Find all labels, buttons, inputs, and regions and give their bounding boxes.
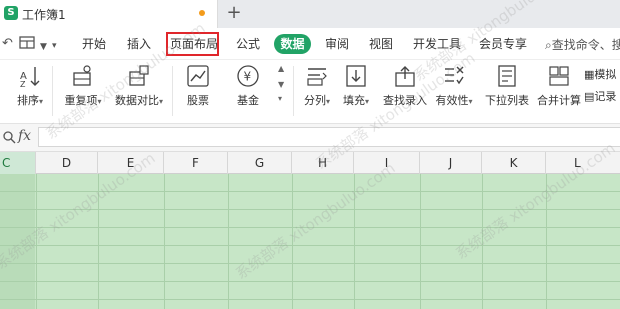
split-column-icon: [307, 68, 327, 86]
formula-bar: fx: [0, 124, 620, 152]
expand-icon[interactable]: ▾: [278, 94, 282, 103]
record-button[interactable]: ▤记录: [584, 88, 620, 104]
stock-chart-icon: [187, 65, 209, 87]
grid-line: [164, 174, 165, 309]
consolidate-button[interactable]: 合并计算: [536, 64, 582, 108]
quick-access-more-icon[interactable]: ▾: [52, 38, 57, 54]
menu-home[interactable]: 开始: [82, 36, 106, 52]
grid-line: [0, 245, 620, 246]
ribbon-separator: [172, 66, 173, 116]
fill-button[interactable]: 填充▾: [340, 64, 372, 108]
split-column-label: 分列: [303, 94, 326, 107]
toolbar-dropdown-icon[interactable]: ▼: [40, 39, 47, 55]
column-header-f[interactable]: F: [164, 152, 228, 174]
consolidate-icon: [549, 66, 569, 86]
sort-label: 排序: [16, 94, 39, 107]
column-header-row: C D E F G H I J K L: [0, 152, 620, 174]
simulate-icon: ▦: [584, 68, 595, 81]
stock-label: 股票: [187, 94, 209, 107]
record-label: 记录: [594, 90, 617, 103]
fill-label: 填充: [342, 94, 365, 107]
undo-icon[interactable]: ↶: [2, 36, 13, 52]
print-preview-icon[interactable]: [18, 34, 38, 57]
document-title: 工作簿1: [22, 8, 66, 22]
simulate-button[interactable]: ▦模拟: [584, 64, 620, 82]
column-header-c[interactable]: C: [0, 152, 36, 174]
menu-view[interactable]: 视图: [369, 36, 393, 52]
column-header-g[interactable]: G: [228, 152, 292, 174]
scroll-up-icon[interactable]: ▲: [278, 64, 284, 73]
data-compare-label: 数据对比: [114, 94, 159, 107]
ribbon-separator: [52, 66, 53, 116]
spreadsheet-logo-icon: S: [4, 6, 18, 20]
svg-text:¥: ¥: [244, 70, 252, 84]
split-column-button[interactable]: 分列▾: [300, 64, 334, 108]
zoom-icon[interactable]: [2, 130, 16, 144]
grid-line: [0, 299, 620, 300]
grid-line: [0, 281, 620, 282]
fill-down-icon: [346, 65, 366, 87]
menu-data-active[interactable]: 数据: [274, 34, 311, 54]
stock-button[interactable]: 股票: [180, 64, 216, 108]
unsaved-indicator-icon: [199, 10, 205, 16]
column-header-k[interactable]: K: [482, 152, 546, 174]
dropdown-list-button[interactable]: 下拉列表: [484, 64, 530, 108]
validation-label: 有效性: [435, 94, 469, 107]
grid-line: [228, 174, 229, 309]
menu-insert[interactable]: 插入: [127, 36, 151, 52]
consolidate-label: 合并计算: [537, 94, 581, 107]
duplicates-icon: [73, 65, 91, 86]
command-search-label: 查找命令、搜: [551, 38, 620, 52]
dropdown-list-icon: [498, 65, 516, 87]
simulate-label: 模拟: [594, 68, 617, 81]
grid-line: [0, 263, 620, 264]
scroll-down-icon[interactable]: ▼: [278, 80, 284, 89]
menu-formula[interactable]: 公式: [236, 36, 260, 52]
fund-button[interactable]: ¥ 基金: [230, 64, 266, 108]
grid-line: [420, 174, 421, 309]
sort-button[interactable]: AZ 排序▾: [10, 64, 50, 108]
sort-icon: AZ: [20, 67, 40, 88]
document-tab[interactable]: S 工作簿1: [0, 0, 218, 28]
fund-yen-icon: ¥: [237, 65, 259, 87]
record-icon: ▤: [584, 90, 595, 103]
fx-icon[interactable]: fx: [18, 128, 31, 144]
new-tab-button[interactable]: +: [225, 2, 243, 24]
ribbon-separator: [293, 66, 294, 116]
command-search[interactable]: ⌕查找命令、搜: [545, 36, 620, 53]
fund-label: 基金: [237, 94, 259, 107]
dropdown-list-label: 下拉列表: [485, 94, 529, 107]
menu-bar: ↶ ▼ ▾ 开始 插入 页面布局 公式 数据 审阅 视图 开发工具 会员专享 ⌕…: [0, 28, 620, 60]
column-header-d[interactable]: D: [36, 152, 98, 174]
menu-review[interactable]: 审阅: [325, 36, 349, 52]
search-icon: ⌕: [545, 38, 552, 52]
svg-text:Z: Z: [20, 80, 26, 88]
column-header-j[interactable]: J: [420, 152, 482, 174]
